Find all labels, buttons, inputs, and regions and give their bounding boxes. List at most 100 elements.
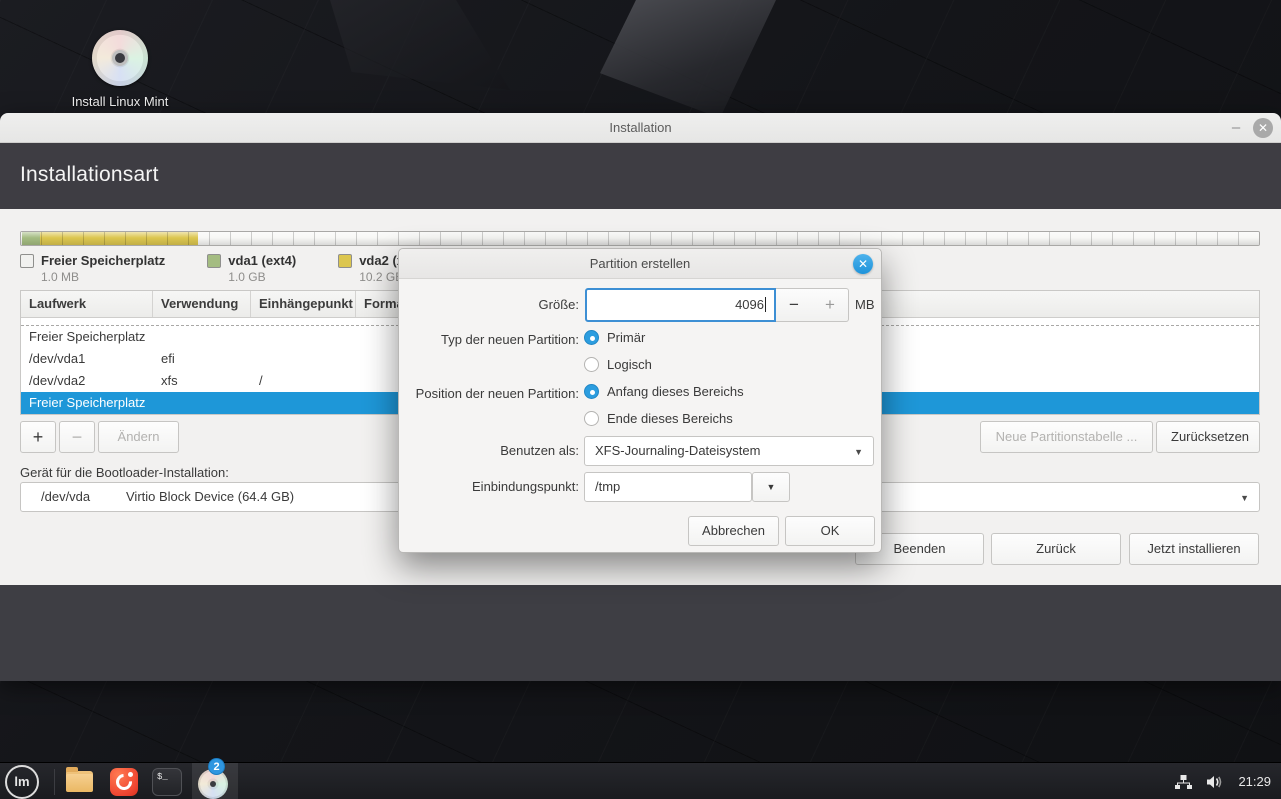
- column-header-einhaengepunkt[interactable]: Einhängepunkt: [251, 291, 356, 317]
- dialog-close-button[interactable]: ✕: [853, 254, 873, 274]
- dialog-titlebar[interactable]: Partition erstellen ✕: [399, 249, 881, 279]
- partial-row-text: /dev/vda: [29, 318, 78, 320]
- system-tray: 21:29: [1175, 763, 1271, 799]
- clock[interactable]: 21:29: [1238, 774, 1271, 789]
- page-header: Installationsart: [0, 143, 1281, 209]
- window-title: Installation: [0, 113, 1281, 143]
- radio-primary-label: Primär: [607, 330, 645, 345]
- legend-swatch[interactable]: [20, 254, 34, 268]
- change-partition-button[interactable]: Ändern ...: [98, 421, 179, 453]
- legend-label: vda1 (ext4): [228, 253, 296, 268]
- network-icon[interactable]: [1175, 774, 1192, 790]
- partition-bar-segment: [198, 232, 1259, 245]
- add-partition-button[interactable]: +: [20, 421, 56, 453]
- installer-task-item[interactable]: 2: [192, 763, 238, 799]
- bootloader-label: Gerät für die Bootloader-Installation:: [20, 465, 229, 480]
- cell-einhaengepunkt: [251, 326, 356, 348]
- partition-bar-segment: [21, 232, 22, 245]
- radio-beginning-label: Anfang dieses Bereichs: [607, 384, 744, 399]
- cancel-button[interactable]: Abbrechen: [688, 516, 779, 546]
- size-value: 4096: [735, 297, 764, 312]
- size-decrement-button[interactable]: −: [776, 288, 813, 322]
- cell-laufwerk: Freier Speicherplatz: [21, 326, 153, 348]
- legend-size: 1.0 MB: [41, 270, 165, 284]
- mount-point-dropdown-button[interactable]: ▼: [752, 472, 790, 502]
- taskbar: lm $_ 2: [0, 762, 1281, 799]
- mount-point-value: /tmp: [595, 479, 620, 494]
- cell-laufwerk: /dev/vda1: [21, 348, 153, 370]
- text-cursor: [765, 297, 766, 312]
- dialog-title: Partition erstellen: [399, 249, 881, 279]
- legend-swatch[interactable]: [338, 254, 352, 268]
- chevron-down-icon: ▼: [1240, 483, 1249, 513]
- size-input[interactable]: 4096: [585, 288, 776, 322]
- radio-beginning[interactable]: Anfang dieses Bereichs: [584, 384, 744, 399]
- cell-laufwerk: Freier Speicherplatz: [21, 392, 153, 414]
- column-header-verwendung[interactable]: Verwendung: [153, 291, 251, 317]
- cell-einhaengepunkt: [251, 392, 356, 414]
- mint-menu-button[interactable]: lm: [5, 765, 39, 799]
- legend-item: Freier Speicherplatz 1.0 MB: [20, 253, 165, 284]
- minimize-button[interactable]: –: [1229, 119, 1243, 137]
- bootloader-device-description: Virtio Block Device (64.4 GB): [126, 483, 294, 511]
- revert-button[interactable]: Zurücksetzen: [1156, 421, 1260, 453]
- firefox-ring-tip: [128, 772, 133, 777]
- remove-partition-button[interactable]: −: [59, 421, 95, 453]
- mount-point-label: Einbindungspunkt:: [399, 479, 579, 494]
- close-button[interactable]: ✕: [1253, 118, 1273, 138]
- bootloader-device: /dev/vda: [41, 483, 90, 511]
- radio-on-icon: [584, 330, 599, 345]
- use-as-label: Benutzen als:: [399, 443, 579, 458]
- radio-off-icon: [584, 357, 599, 372]
- partition-bar-segment: [22, 232, 39, 245]
- new-partition-table-button[interactable]: Neue Partitionstabelle ...: [980, 421, 1153, 453]
- size-unit-label: MB: [855, 297, 875, 312]
- chevron-down-icon: ▼: [854, 437, 863, 467]
- position-label: Position der neuen Partition:: [399, 386, 579, 401]
- legend-size: 1.0 GB: [228, 270, 296, 284]
- cell-verwendung: [153, 392, 251, 414]
- legend-item: vda1 (ext4) 1.0 GB: [207, 253, 296, 284]
- window-count-badge: 2: [208, 758, 225, 775]
- radio-logical[interactable]: Logisch: [584, 357, 652, 372]
- desktop-icon-install[interactable]: Install Linux Mint: [68, 30, 172, 109]
- legend-swatch[interactable]: [207, 254, 221, 268]
- back-button[interactable]: Zurück: [991, 533, 1121, 565]
- radio-logical-label: Logisch: [607, 357, 652, 372]
- taskbar-separator: [54, 769, 55, 795]
- terminal-icon[interactable]: $_: [152, 768, 182, 796]
- legend-label: Freier Speicherplatz: [41, 253, 165, 268]
- cell-verwendung: [153, 326, 251, 348]
- desktop-icon-label: Install Linux Mint: [68, 94, 172, 109]
- radio-off-icon: [584, 411, 599, 426]
- mount-point-input[interactable]: /tmp: [584, 472, 752, 502]
- partition-bar: [20, 231, 1260, 246]
- cell-laufwerk: /dev/vda2: [21, 370, 153, 392]
- radio-on-icon: [584, 384, 599, 399]
- ok-button[interactable]: OK: [785, 516, 875, 546]
- cell-verwendung: xfs: [153, 370, 251, 392]
- size-increment-button[interactable]: +: [812, 288, 849, 322]
- use-as-value: XFS-Journaling-Dateisystem: [595, 443, 760, 458]
- file-manager-icon[interactable]: [66, 771, 93, 792]
- volume-icon[interactable]: [1206, 774, 1224, 790]
- cell-einhaengepunkt: [251, 348, 356, 370]
- type-label: Typ der neuen Partition:: [399, 332, 579, 347]
- size-label: Größe:: [399, 297, 579, 312]
- radio-end[interactable]: Ende dieses Bereichs: [584, 411, 733, 426]
- create-partition-dialog: Partition erstellen ✕ Größe: 4096 − + MB…: [398, 248, 882, 553]
- install-now-button[interactable]: Jetzt installieren: [1129, 533, 1259, 565]
- radio-end-label: Ende dieses Bereichs: [607, 411, 733, 426]
- window-titlebar[interactable]: Installation – ✕: [0, 113, 1281, 143]
- partition-bar-segment: [40, 232, 198, 245]
- page-title: Installationsart: [20, 163, 159, 187]
- window-footer: [0, 585, 1281, 681]
- cell-verwendung: efi: [153, 348, 251, 370]
- column-header-laufwerk[interactable]: Laufwerk: [21, 291, 153, 317]
- use-as-select[interactable]: XFS-Journaling-Dateisystem ▼: [584, 436, 874, 466]
- screen: Install Linux Mint Installation – ✕ Inst…: [0, 0, 1281, 799]
- radio-primary[interactable]: Primär: [584, 330, 645, 345]
- cell-einhaengepunkt: /: [251, 370, 356, 392]
- firefox-icon[interactable]: [110, 768, 138, 796]
- cd-disc-icon: [92, 30, 148, 86]
